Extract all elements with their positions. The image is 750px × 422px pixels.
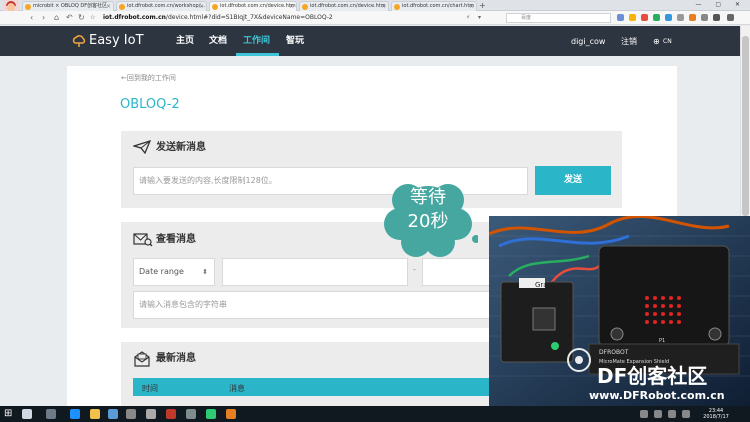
close-tab-icon[interactable]: × [381,2,386,11]
pin-label: P1 [659,338,665,344]
edge-browser-icon[interactable] [70,409,80,419]
star-icon[interactable]: ☆ [90,12,95,24]
watermark-brand: DF创客社区 [597,364,708,388]
app-icon[interactable] [206,409,216,419]
system-clock[interactable]: 23:44 2018/7/17 [696,408,736,420]
nav-home[interactable]: 主页 [176,35,194,47]
nav-workshop[interactable]: 工作间 [243,35,270,47]
paper-plane-icon [133,140,151,154]
close-tab-icon[interactable]: × [469,2,474,11]
globe-icon[interactable]: ⊕ [653,36,660,47]
tray-icon[interactable] [640,410,648,418]
search-icon[interactable] [22,409,32,419]
send-button[interactable]: 发送 [535,166,611,195]
new-tab-button[interactable]: + [479,1,486,10]
calculator-icon[interactable] [146,409,156,419]
envelope-icon [134,351,150,367]
column-header-time: 时间 [142,384,158,393]
chrome-icon[interactable] [108,409,118,419]
column-header-message: 消息 [229,384,245,393]
tab-favicon-icon [394,4,400,10]
language-switch[interactable]: CN [663,36,672,47]
scrollbar-thumb[interactable] [742,36,749,216]
browser-tab[interactable]: iot.dfrobot.com.cn/chart.htm × [391,1,477,11]
window-controls[interactable]: — ▢ ✕ [695,0,746,10]
undo-icon[interactable]: ↶ [66,12,73,24]
browser-tab[interactable]: iot.dfrobot.com.cn/device.htm × [299,1,389,11]
extension-icon[interactable] [701,14,708,21]
close-tab-icon[interactable]: × [289,2,294,11]
tab-favicon-icon [302,4,308,10]
windows-start-icon[interactable]: ⊞ [4,408,12,420]
message-filter-input[interactable]: 请输入消息包含的字符串 [133,291,490,319]
taskbar: ⊞ 23:44 2018/7/17 [0,406,750,422]
dropdown-icon[interactable]: ▾ [478,12,481,24]
app-icon[interactable] [186,409,196,419]
logo-text[interactable]: Easy IoT [89,33,144,49]
df-logo-icon [567,348,591,372]
bubble-text: 等待 20秒 [407,187,449,232]
nav-active-indicator [236,53,279,56]
tab-favicon-icon [119,4,125,10]
reload-icon[interactable]: ↻ [78,12,85,24]
browser-tab-bar: microbit × OBLOQ DF创客社区 × iot.dfrobot.co… [0,0,750,21]
nav-docs[interactable]: 文档 [209,35,227,47]
watermark-url: www.DFRobot.com.cn [589,389,725,402]
forward-arrow-icon[interactable]: › [42,12,45,24]
download-icon[interactable] [713,14,720,21]
volume-icon[interactable] [668,410,676,418]
username[interactable]: digi_cow [571,36,605,47]
page-title: OBLOQ-2 [120,97,180,112]
nav-play[interactable]: 智玩 [286,35,304,47]
browser-tab[interactable]: microbit × OBLOQ DF创客社区 × [22,1,114,11]
shield-icon[interactable] [653,14,660,21]
browser-tab-active[interactable]: iot.dfrobot.com.cn/device.htm × [209,1,297,11]
logout-link[interactable]: 注销 [621,36,637,47]
messages-table-header: 时间 消息 [133,378,490,396]
back-arrow-icon[interactable]: ‹ [30,12,33,24]
extension-icon[interactable] [689,14,696,21]
tab-favicon-icon [212,4,218,10]
close-tab-icon[interactable]: × [199,2,204,11]
send-panel-title: 发送新消息 [156,142,206,153]
site-header: Easy IoT 主页 文档 工作间 智玩 digi_cow 注销 ⊕ CN [0,26,740,56]
date-separator: - [413,265,416,274]
end-date-input[interactable] [422,258,490,286]
extension-icon[interactable] [629,14,636,21]
video-overlay: Gravity DFROBOT MicroMate Expansion Shie… [489,216,750,406]
menu-icon[interactable] [727,14,734,21]
extension-icon[interactable] [617,14,624,21]
file-explorer-icon[interactable] [90,409,100,419]
search-input[interactable]: 百度 [506,13,611,23]
sort-arrows-icon: ⬍ [202,268,208,276]
extension-icon[interactable] [665,14,672,21]
url-input[interactable]: iot.dfrobot.com.cn/device.html#?did=S1BI… [103,13,458,23]
lightning-icon[interactable]: ⚡ [466,12,470,24]
close-tab-icon[interactable]: × [106,2,111,11]
network-icon[interactable] [682,410,690,418]
home-icon[interactable]: ⌂ [54,12,59,24]
tray-icon[interactable] [654,410,662,418]
app-icon[interactable] [226,409,236,419]
start-date-input[interactable] [222,258,408,286]
gravity-label: Gravity [535,281,561,289]
browser-tab[interactable]: iot.dfrobot.com.cn/workshop/... × [116,1,207,11]
envelope-search-icon [133,233,153,247]
app-icon[interactable] [126,409,136,419]
task-view-icon[interactable] [46,409,56,419]
date-range-select[interactable]: Date range ⬍ [133,258,215,286]
dfrobot-label: DFROBOT [599,349,629,356]
extension-icon[interactable] [677,14,684,21]
cloud-logo-icon[interactable] [72,34,86,48]
latest-panel-title: 最新消息 [156,353,196,364]
app-icon[interactable] [166,409,176,419]
extension-icon[interactable] [641,14,648,21]
address-bar: ‹ › ⌂ ↶ ↻ ☆ iot.dfrobot.com.cn/device.ht… [0,11,750,25]
tab-favicon-icon [25,4,31,10]
query-panel-title: 查看消息 [156,234,196,245]
back-to-workshop-link[interactable]: ←回到我的工作间 [121,73,176,83]
